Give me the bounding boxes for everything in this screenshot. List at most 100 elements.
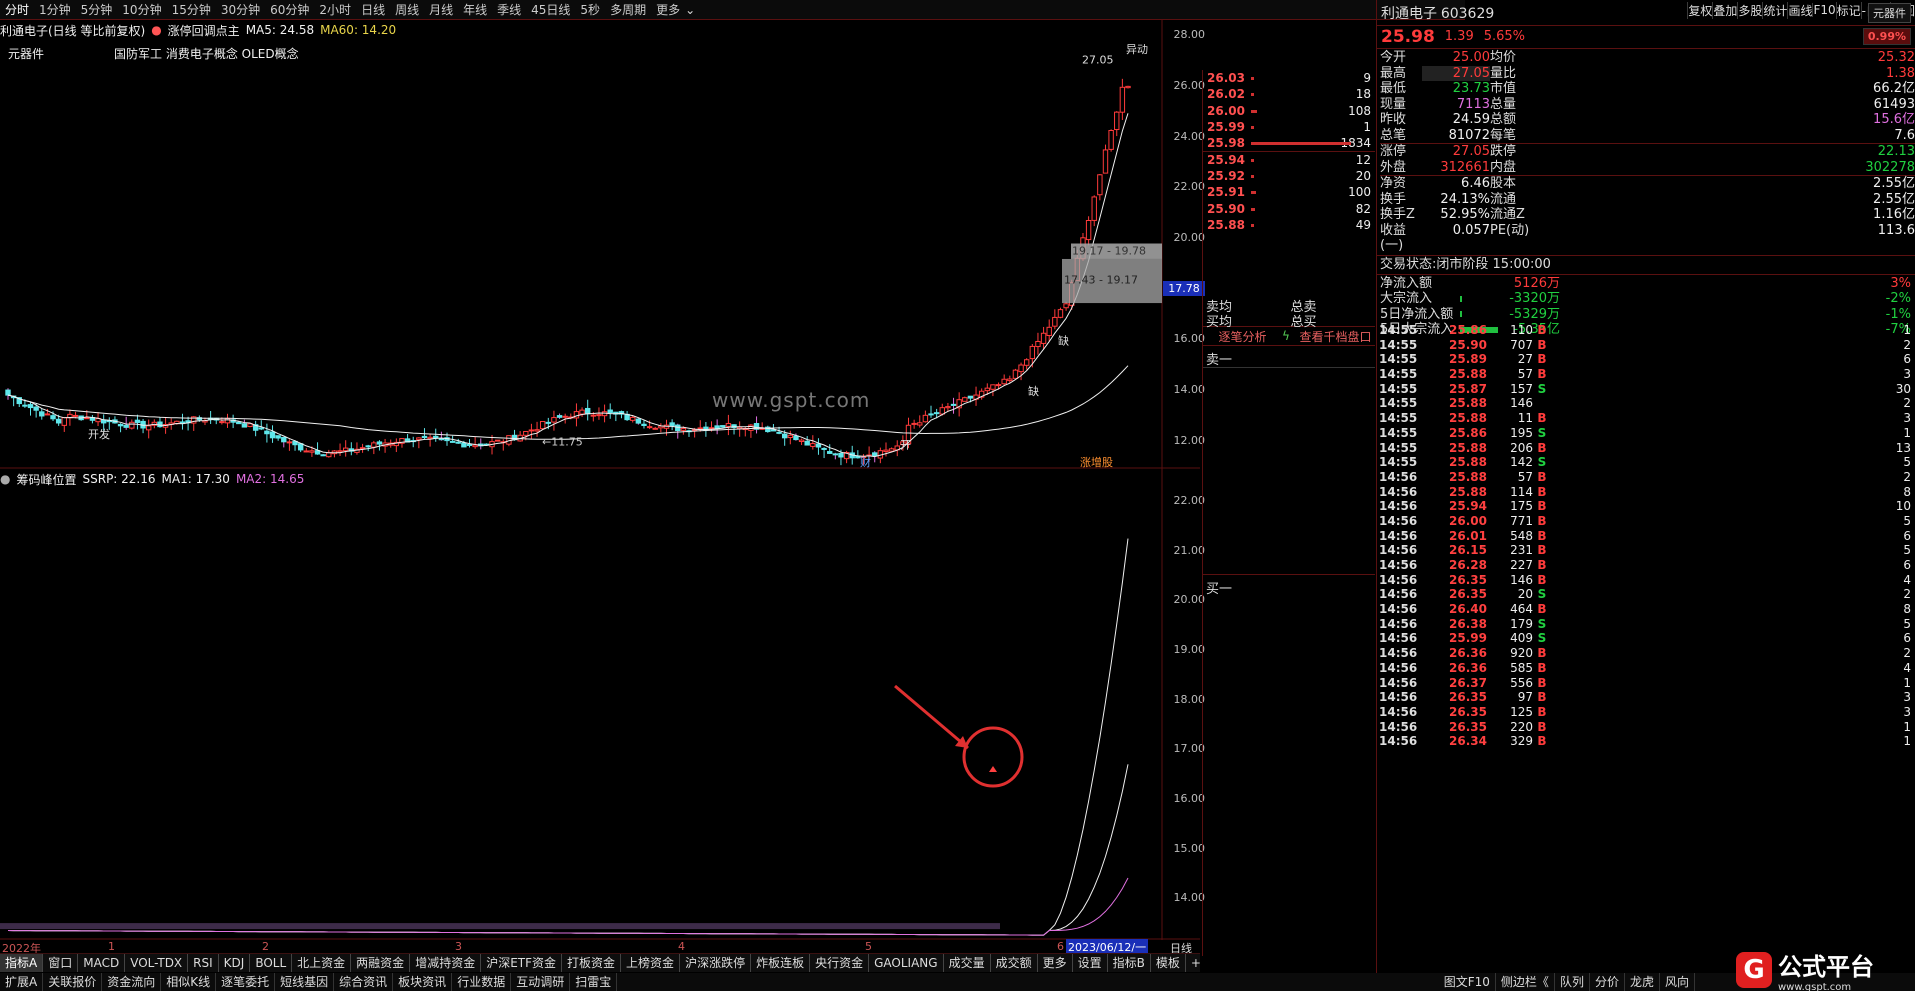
tab-16[interactable]: GAOLIANG <box>869 954 944 972</box>
tab2-3[interactable]: 相似K线 <box>161 973 217 991</box>
tab2-4[interactable]: 逐笔委托 <box>216 973 276 991</box>
tab-5[interactable]: KDJ <box>219 954 251 972</box>
orderbook-row[interactable]: 25.94 12 <box>1203 151 1375 167</box>
period-4[interactable]: 15分钟 <box>167 0 216 19</box>
orderbook-row[interactable]: 25.88 49 <box>1203 217 1375 233</box>
trade-row[interactable]: 14:55 25.88 146 2 <box>1377 396 1915 411</box>
trade-row[interactable]: 14:56 26.28 227 B 6 <box>1377 558 1915 573</box>
tab-13[interactable]: 沪深涨跌停 <box>680 954 752 972</box>
period-16[interactable]: 更多 <box>651 0 685 19</box>
trade-row[interactable]: 14:56 26.35 146 B 4 <box>1377 573 1915 588</box>
tab2-10[interactable]: 扫雷宝 <box>570 973 618 991</box>
trade-row[interactable]: 14:56 26.35 220 B 1 <box>1377 720 1915 735</box>
orderbook-row[interactable]: 25.90 82 <box>1203 200 1375 216</box>
trade-row[interactable]: 14:56 25.99 409 S 6 <box>1377 631 1915 646</box>
tab-10[interactable]: 沪深ETF资金 <box>481 954 563 972</box>
period-2[interactable]: 5分钟 <box>76 0 118 19</box>
trade-row[interactable]: 14:56 26.34 329 B 1 <box>1377 734 1915 749</box>
tab-19[interactable]: 更多 <box>1038 954 1073 972</box>
trade-row[interactable]: 14:56 25.88 114 B 8 <box>1377 485 1915 500</box>
trade-row[interactable]: 14:56 25.88 57 B 2 <box>1377 470 1915 485</box>
orderbook-row[interactable]: 26.02 18 <box>1203 86 1375 102</box>
period-12[interactable]: 季线 <box>492 0 526 19</box>
trade-row[interactable]: 14:56 26.00 771 B 5 <box>1377 514 1915 529</box>
tab-7[interactable]: 北上资金 <box>292 954 352 972</box>
tab2-9[interactable]: 互动调研 <box>511 973 571 991</box>
trade-row[interactable]: 14:55 25.87 157 S 30 <box>1377 382 1915 397</box>
tab-2[interactable]: MACD <box>78 954 126 972</box>
orderbook-row[interactable]: 25.98 1834 <box>1203 135 1375 151</box>
trade-row[interactable]: 14:56 26.36 920 B 2 <box>1377 646 1915 661</box>
tab2-right-1[interactable]: 侧边栏《 <box>1496 973 1555 991</box>
level-book-button[interactable]: 查看千档盘口 <box>1296 328 1375 345</box>
orderbook-row[interactable]: 25.92 20 <box>1203 168 1375 184</box>
orderbook-row[interactable]: 26.00 108 <box>1203 103 1375 119</box>
period-1[interactable]: 1分钟 <box>34 0 76 19</box>
tick-trades-list[interactable]: 14:55 25.86 110 B 1 14:55 25.90 707 B 2 14:55 25.89… <box>1376 323 1915 973</box>
trade-row[interactable]: 14:56 26.38 179 S 5 <box>1377 617 1915 632</box>
tab-1[interactable]: 窗口 <box>43 954 79 972</box>
period-8[interactable]: 日线 <box>356 0 390 19</box>
tab-8[interactable]: 两融资金 <box>351 954 411 972</box>
period-9[interactable]: 周线 <box>390 0 424 19</box>
tab2-2[interactable]: 资金流向 <box>102 973 162 991</box>
tab-20[interactable]: 设置 <box>1073 954 1108 972</box>
trade-row[interactable]: 14:56 25.94 175 B 10 <box>1377 499 1915 514</box>
tab-18[interactable]: 成交额 <box>991 954 1038 972</box>
sub-indicator-name[interactable]: 筹码峰位置 <box>16 471 76 488</box>
tick-analysis-button[interactable]: 逐笔分析 <box>1203 328 1282 345</box>
trade-row[interactable]: 14:56 26.35 125 B 3 <box>1377 705 1915 720</box>
period-6[interactable]: 60分钟 <box>265 0 314 19</box>
trade-row[interactable]: 14:56 26.01 548 B 6 <box>1377 529 1915 544</box>
trade-row[interactable]: 14:55 25.88 57 B 3 <box>1377 367 1915 382</box>
tab2-right-5[interactable]: 风向 <box>1660 973 1695 991</box>
tab-9[interactable]: 增减持资金 <box>410 954 482 972</box>
tab-12[interactable]: 上榜资金 <box>621 954 681 972</box>
orderbook-row[interactable]: 26.03 9 <box>1203 70 1375 86</box>
trade-row[interactable]: 14:55 25.88 206 B 13 <box>1377 441 1915 456</box>
sector-tag[interactable]: 元器件 <box>1868 2 1911 23</box>
period-5[interactable]: 30分钟 <box>216 0 265 19</box>
tab-11[interactable]: 打板资金 <box>562 954 622 972</box>
trade-row[interactable]: 14:55 25.88 11 B 3 <box>1377 411 1915 426</box>
trade-row[interactable]: 14:56 26.40 464 B 8 <box>1377 602 1915 617</box>
trade-row[interactable]: 14:56 26.36 585 B 4 <box>1377 661 1915 676</box>
trade-row[interactable]: 14:55 25.86 110 B 1 <box>1377 323 1915 338</box>
period-13[interactable]: 45日线 <box>526 0 575 19</box>
period-7[interactable]: 2小时 <box>314 0 356 19</box>
trade-row[interactable]: 14:56 26.37 556 B 1 <box>1377 676 1915 691</box>
trade-row[interactable]: 14:55 25.88 142 S 5 <box>1377 455 1915 470</box>
period-11[interactable]: 年线 <box>458 0 492 19</box>
period-0[interactable]: 分时 <box>0 0 34 19</box>
trade-row[interactable]: 14:56 26.15 231 B 5 <box>1377 543 1915 558</box>
orderbook-row[interactable]: 25.91 100 <box>1203 184 1375 200</box>
tab2-8[interactable]: 行业数据 <box>452 973 512 991</box>
tab2-0[interactable]: 扩展A <box>0 973 44 991</box>
tab2-5[interactable]: 短线基因 <box>275 973 335 991</box>
trade-row[interactable]: 14:56 26.35 20 S 2 <box>1377 587 1915 602</box>
tab2-7[interactable]: 板块资讯 <box>393 973 453 991</box>
tab-0[interactable]: 指标A <box>0 954 44 972</box>
period-10[interactable]: 月线 <box>424 0 458 19</box>
period-3[interactable]: 10分钟 <box>117 0 166 19</box>
tab-right-0[interactable]: 指标B <box>1108 954 1151 972</box>
tab-right-2[interactable]: + <box>1186 954 1200 972</box>
chevron-down-icon[interactable]: ⌄ <box>685 3 695 17</box>
tab-3[interactable]: VOL-TDX <box>125 954 189 972</box>
tab2-right-0[interactable]: 图文F10 <box>1439 973 1496 991</box>
period-14[interactable]: 5秒 <box>575 0 605 19</box>
tab-4[interactable]: RSI <box>188 954 219 972</box>
tab-14[interactable]: 炸板连板 <box>751 954 811 972</box>
tab2-right-4[interactable]: 龙虎 <box>1625 973 1660 991</box>
period-15[interactable]: 多周期 <box>605 0 651 19</box>
indicator-name[interactable]: 涨停回调点主 <box>168 22 240 39</box>
tab2-right-3[interactable]: 分价 <box>1590 973 1625 991</box>
trade-row[interactable]: 14:55 25.90 707 B 2 <box>1377 338 1915 353</box>
tab2-right-2[interactable]: 队列 <box>1555 973 1590 991</box>
trade-row[interactable]: 14:55 25.86 195 S 1 <box>1377 426 1915 441</box>
tab2-6[interactable]: 综合资讯 <box>334 973 394 991</box>
trade-row[interactable]: 14:56 26.35 97 B 3 <box>1377 690 1915 705</box>
tab-15[interactable]: 央行资金 <box>810 954 870 972</box>
trade-row[interactable]: 14:55 25.89 27 B 6 <box>1377 352 1915 367</box>
tab2-1[interactable]: 关联报价 <box>43 973 103 991</box>
